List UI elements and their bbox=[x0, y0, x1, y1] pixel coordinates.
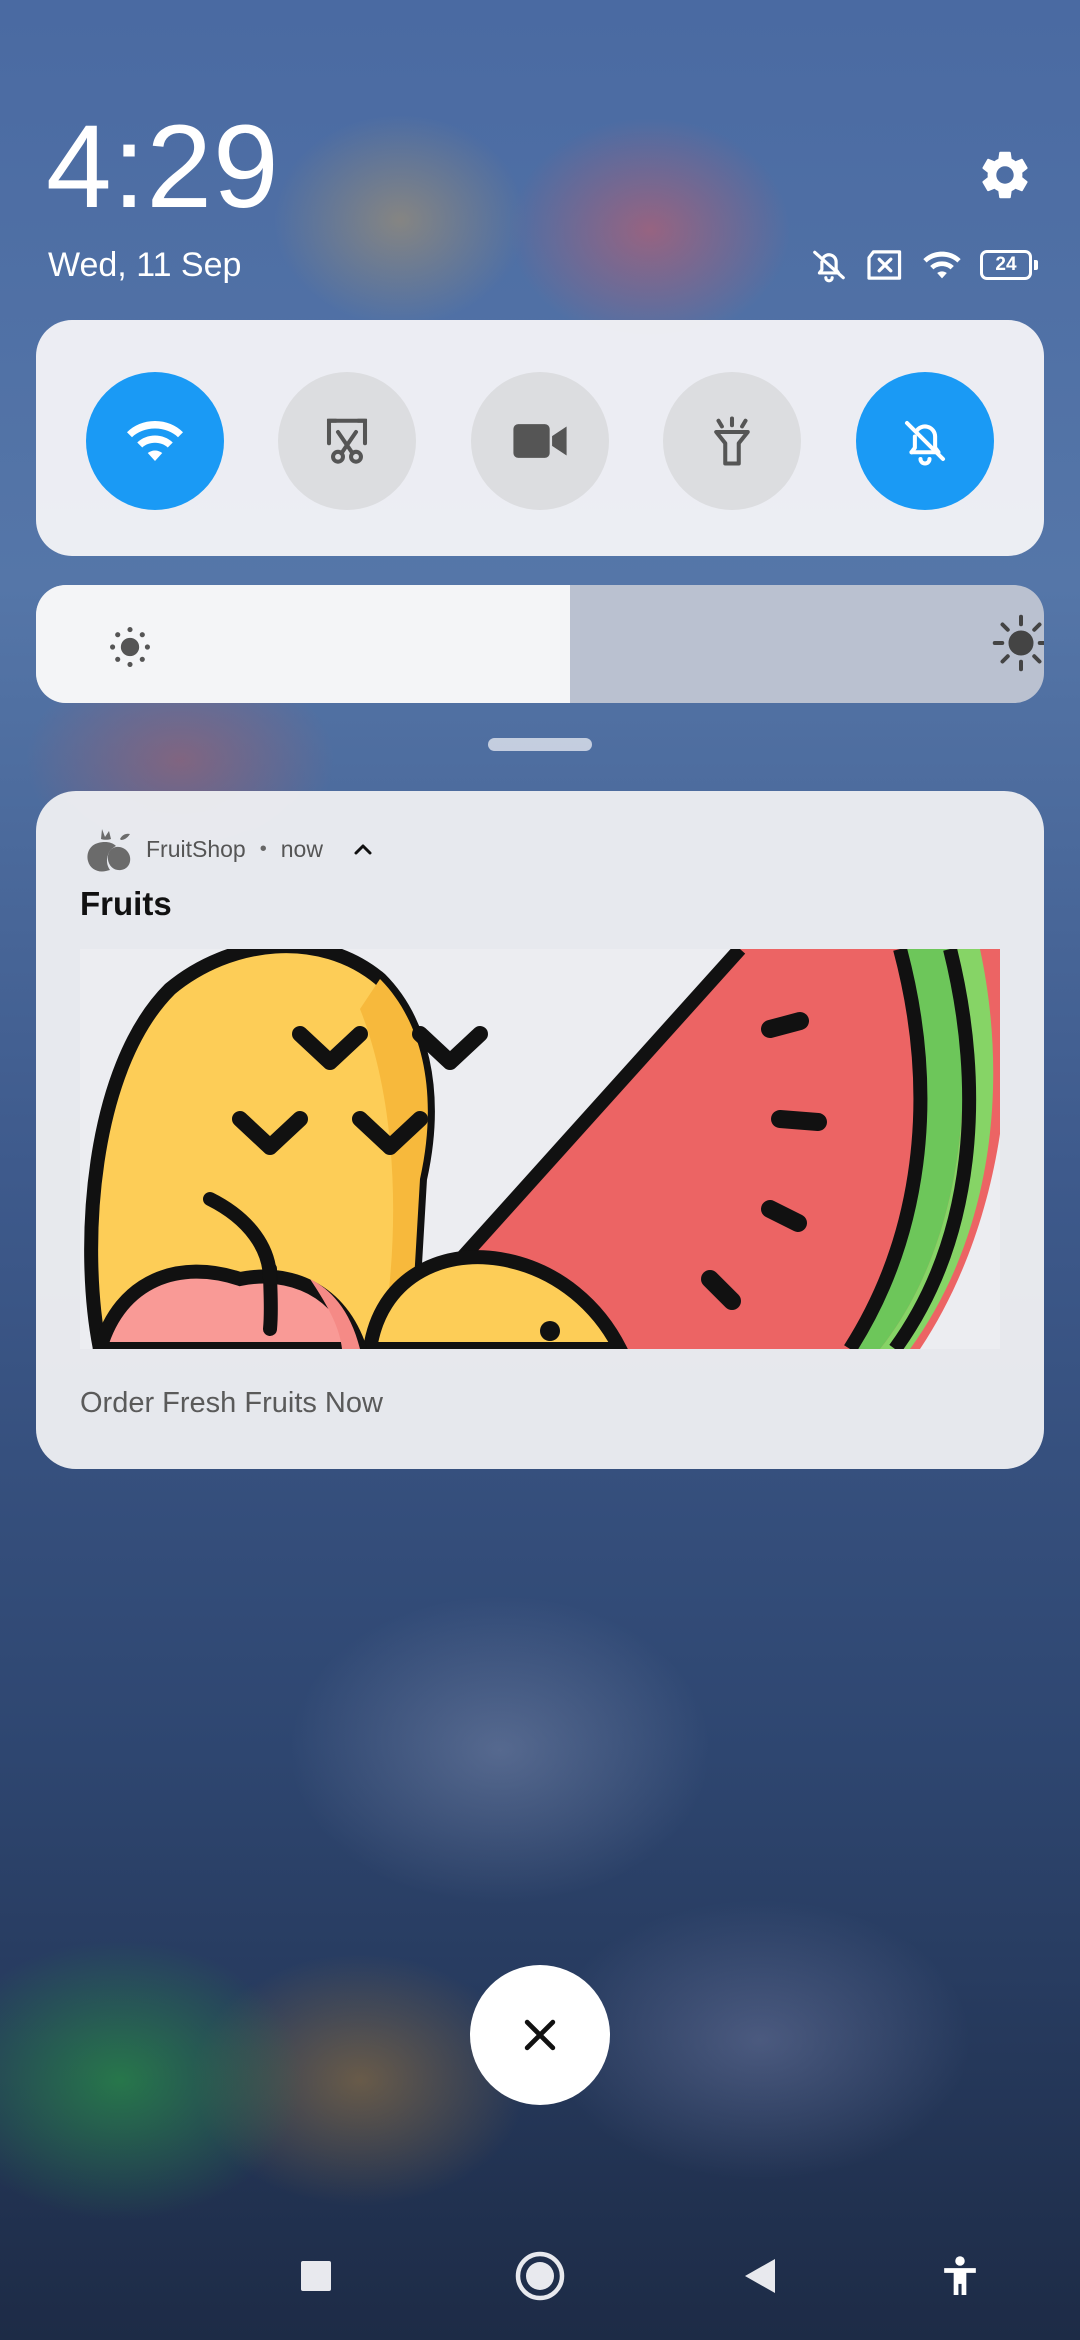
bell-off-icon bbox=[904, 420, 946, 466]
battery-icon: 24 bbox=[980, 250, 1038, 280]
brightness-high-icon bbox=[992, 614, 1044, 672]
separator-dot: • bbox=[259, 837, 267, 860]
screenshot-icon bbox=[326, 418, 368, 464]
date[interactable]: Wed, 11 Sep bbox=[48, 246, 241, 285]
brightness-slider[interactable] bbox=[36, 585, 1044, 703]
mute-toggle[interactable] bbox=[856, 372, 994, 510]
flashlight-toggle[interactable] bbox=[663, 372, 801, 510]
screenshot-toggle[interactable] bbox=[278, 372, 416, 510]
home-icon[interactable] bbox=[514, 2246, 566, 2306]
status-icons: 24 bbox=[810, 246, 1038, 284]
close-icon bbox=[524, 2019, 556, 2051]
video-camera-icon bbox=[513, 424, 567, 458]
battery-level: 24 bbox=[980, 250, 1032, 280]
silent-icon bbox=[810, 246, 848, 284]
recents-icon[interactable] bbox=[300, 2246, 332, 2306]
app-icon bbox=[87, 829, 131, 872]
clock[interactable]: 4:29 bbox=[46, 108, 280, 226]
navigation-bar bbox=[0, 2230, 1080, 2320]
back-icon[interactable] bbox=[742, 2246, 778, 2306]
clear-all-button[interactable] bbox=[470, 1965, 610, 2105]
brightness-low-icon bbox=[110, 627, 150, 667]
app-name: FruitShop bbox=[146, 835, 246, 862]
fruits-illustration bbox=[80, 949, 1000, 1349]
flashlight-icon bbox=[714, 416, 750, 466]
notification-time: now bbox=[280, 835, 323, 862]
notification-header: FruitShop • now bbox=[80, 821, 375, 877]
wifi-icon bbox=[127, 421, 183, 461]
quick-settings-panel bbox=[36, 320, 1044, 556]
notification-card[interactable]: FruitShop • now Fruits Order Fresh Fruit… bbox=[36, 791, 1044, 1469]
notification-title: Fruits bbox=[80, 885, 172, 922]
wifi-toggle[interactable] bbox=[86, 372, 224, 510]
screen-record-toggle[interactable] bbox=[471, 372, 609, 510]
drag-handle[interactable] bbox=[488, 738, 592, 751]
chevron-up-icon[interactable] bbox=[351, 837, 375, 861]
accessibility-icon[interactable] bbox=[940, 2246, 980, 2306]
wifi-icon bbox=[922, 248, 962, 282]
notification-text: Order Fresh Fruits Now bbox=[80, 1387, 383, 1419]
no-sim-icon bbox=[866, 249, 904, 281]
settings-gear-icon[interactable] bbox=[976, 146, 1034, 204]
